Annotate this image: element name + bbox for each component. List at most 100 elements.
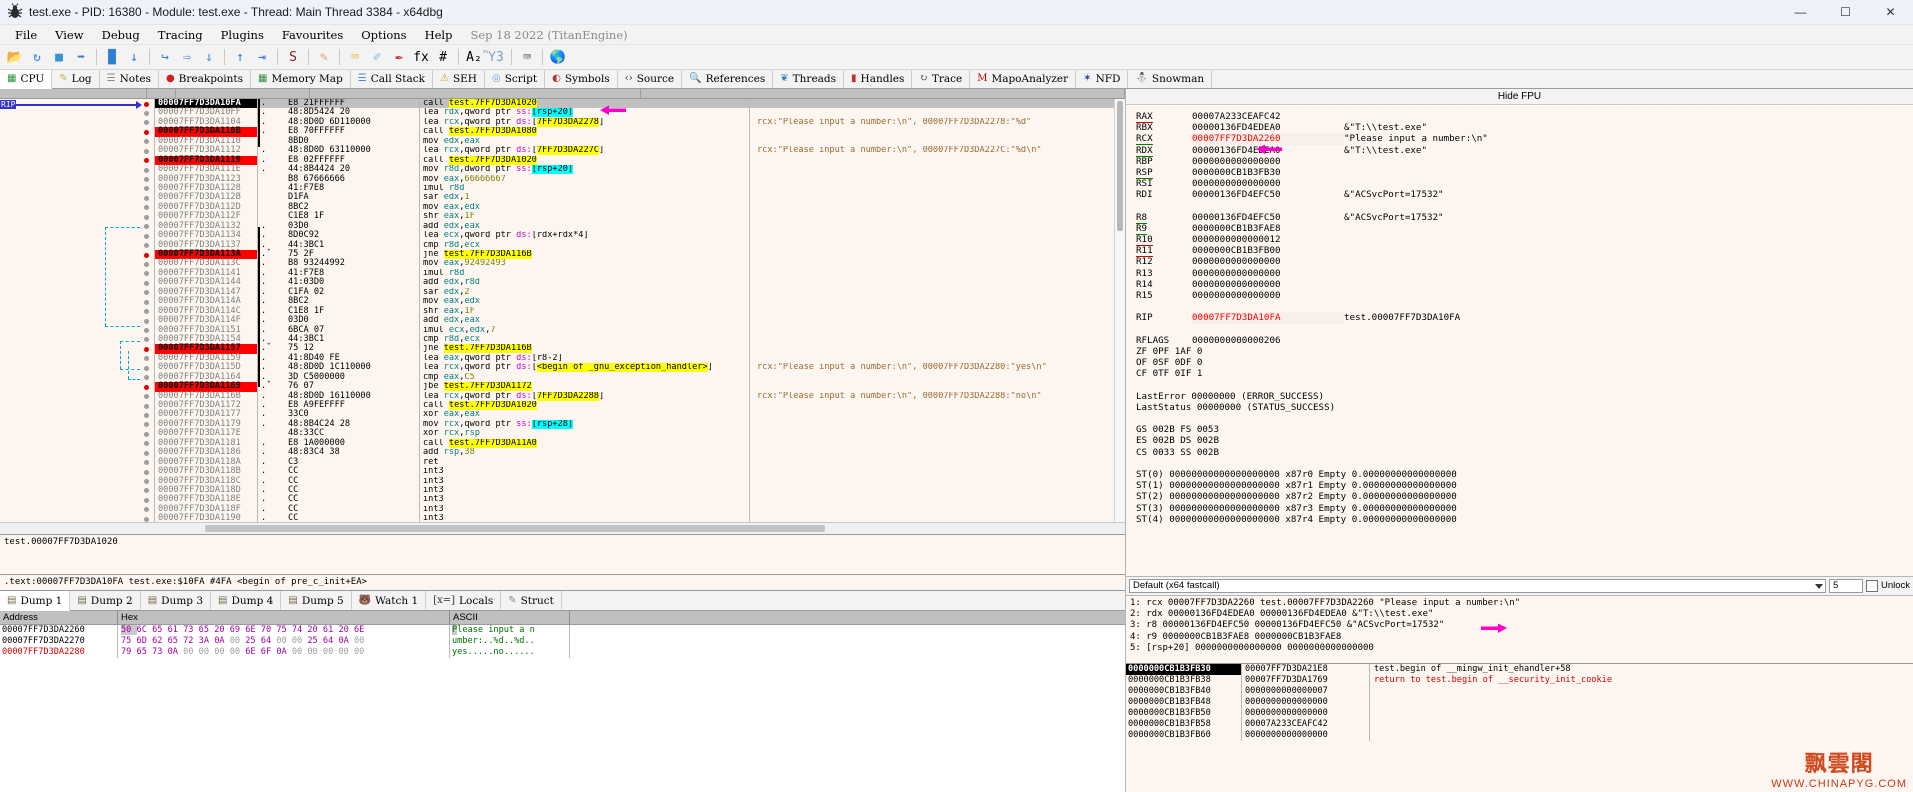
disassembly-row[interactable]: 00007FF7D3DA1186. 48:83C4 38 add rsp,38 — [140, 447, 1115, 458]
tab-nfd[interactable]: ✶ NFD — [1076, 70, 1129, 88]
step-up-icon[interactable]: ↑ — [230, 47, 250, 67]
register-value[interactable]: 0000000CB1B3FB30 — [1192, 167, 1344, 178]
menu-item-file[interactable]: File — [6, 26, 46, 44]
dump-tab-dump-1[interactable]: ▤ Dump 1 — [0, 591, 71, 611]
attach-icon[interactable]: ⇥ — [252, 47, 272, 67]
dump-col-hex[interactable]: Hex — [118, 611, 450, 624]
register-row-rbx[interactable]: RBX 00000136FD4EDEA0 &"T:\\test.exe" — [1136, 122, 1913, 133]
flag-zf[interactable]: ZF 0 — [1136, 346, 1158, 357]
disassembly-row[interactable]: 00007FF7D3DA112B D1FA sar edx,1 — [140, 192, 1115, 203]
breakpoint-toggle-icon[interactable] — [140, 127, 154, 136]
dump-col-ascii[interactable]: ASCII — [450, 611, 570, 624]
disassembly-row[interactable]: 00007FF7D3DA1154. 44:3BC1 cmp r8d,ecx — [140, 334, 1115, 345]
pause-icon[interactable]: ▐▌ — [102, 47, 122, 67]
register-value[interactable]: 0000000000000000 — [1192, 279, 1344, 290]
breakpoint-toggle-icon[interactable] — [140, 505, 154, 514]
tab-log[interactable]: ✎ Log — [52, 70, 100, 88]
disassembly-row[interactable]: 00007FF7D3DA1151. 6BCA 07 imul ecx,edx,7 — [140, 325, 1115, 335]
disassembly-row[interactable]: 00007FF7D3DA113C. B8 93244992 mov eax,9249… — [140, 258, 1115, 269]
disassembly-row[interactable]: 00007FF7D3DA1159. 41:8D40 FE lea eax,qword… — [140, 353, 1115, 364]
disassembly-row[interactable]: 00007FF7D3DA1177. 33C0 xor eax,eax — [140, 409, 1115, 420]
dump-tab-dump-4[interactable]: ▤ Dump 4 — [211, 591, 282, 610]
tab-cpu[interactable]: ▦ CPU — [0, 70, 53, 89]
hash-icon[interactable]: # — [433, 47, 453, 67]
menu-item-options[interactable]: Options — [352, 26, 415, 44]
step-out-icon[interactable]: ⇨ — [177, 47, 197, 67]
flag-cf[interactable]: CF 0 — [1136, 368, 1158, 379]
breakpoint-toggle-icon[interactable] — [140, 288, 154, 297]
argument-row-4[interactable]: 4: r9 0000000CB1B3FAE8 0000000CB1B3FAE8 — [1130, 632, 1913, 643]
disassembly-row[interactable]: 00007FF7D3DA1172. E8 A9FEFFFF call test.7F… — [140, 400, 1115, 411]
breakpoint-toggle-icon[interactable] — [140, 184, 154, 193]
restart-icon[interactable]: ↻ — [27, 47, 47, 67]
flag-of[interactable]: OF 0 — [1136, 357, 1158, 368]
arguments-panel[interactable]: 1: rcx 00007FF7D3DA2260 test.00007FF7D3D… — [1126, 594, 1913, 663]
register-value[interactable]: 0000000000000206 — [1192, 335, 1344, 346]
breakpoint-toggle-icon[interactable] — [140, 495, 154, 504]
argument-row-5[interactable]: 5: [rsp+20] 0000000000000000 00000000000… — [1130, 643, 1913, 654]
disassembly-row[interactable]: 00007FF7D3DA1190. CC int3 — [140, 513, 1115, 522]
disassembly-row[interactable]: 00007FF7D3DA1181. E8 1A000000 call test.7F… — [140, 438, 1115, 449]
disassembly-row[interactable]: 00007FF7D3DA113A .ˇ 75 2F jne test.7FF7D3DA… — [140, 249, 1115, 260]
breakpoint-toggle-icon[interactable] — [140, 241, 154, 250]
breakpoint-toggle-icon[interactable] — [140, 156, 154, 165]
breakpoint-toggle-icon[interactable] — [140, 203, 154, 212]
breakpoint-toggle-icon[interactable] — [140, 118, 154, 127]
breakpoint-toggle-icon[interactable] — [140, 429, 154, 438]
tab-threads[interactable]: ❦ Threads — [773, 70, 845, 88]
keypad-icon[interactable]: ⌨ — [517, 47, 537, 67]
disassembly-row[interactable]: 00007FF7D3DA112D 8BC2 mov eax,edx — [140, 202, 1115, 213]
breakpoint-toggle-icon[interactable] — [140, 212, 154, 221]
breakpoint-toggle-icon[interactable] — [140, 467, 154, 476]
breakpoint-toggle-icon[interactable] — [140, 297, 154, 306]
register-row-rdx[interactable]: RDX 00000136FD4EDEA0 &"T:\\test.exe" — [1136, 144, 1913, 157]
breakpoint-toggle-icon[interactable] — [140, 382, 154, 391]
breakpoint-toggle-icon[interactable] — [140, 326, 154, 335]
register-row-rflags[interactable]: RFLAGS 0000000000000206 — [1136, 335, 1913, 346]
breakpoint-toggle-icon[interactable] — [140, 458, 154, 467]
register-row-rip[interactable]: RIP 00007FF7D3DA10FA test.00007FF7D3DA10FA — [1136, 312, 1913, 324]
breakpoint-toggle-icon[interactable] — [140, 354, 154, 363]
register-row-r8[interactable]: R8 00000136FD4EFC50 &"ACSvcPort=17532" — [1136, 211, 1913, 224]
breakpoint-toggle-icon[interactable] — [140, 335, 154, 344]
dump-row[interactable]: 00007FF7D3DA2260 50 6C 65 61 73 65 20 69 … — [0, 625, 1125, 636]
tab-handles[interactable]: ▮ Handles — [844, 70, 913, 88]
disassembly-vscroll-thumb[interactable] — [1117, 101, 1123, 231]
register-row-r13[interactable]: R13 0000000000000000 — [1136, 268, 1913, 279]
tab-memory-map[interactable]: ▦ Memory Map — [251, 70, 351, 88]
hide-fpu-button[interactable]: Hide FPU — [1126, 89, 1913, 105]
disassembly-row[interactable]: 00007FF7D3DA1110 8BD0 mov edx,eax — [140, 136, 1115, 147]
close-button[interactable]: ✕ — [1868, 0, 1913, 24]
dump-col-address[interactable]: Address — [0, 611, 118, 624]
disassembly-row[interactable]: 00007FF7D3DA112F C1E8 1F shr eax,1F — [140, 211, 1115, 222]
breakpoint-toggle-icon[interactable] — [140, 514, 154, 522]
flag-tf[interactable]: TF 0 — [1158, 368, 1180, 379]
menu-item-plugins[interactable]: Plugins — [212, 26, 273, 44]
disassembly-row[interactable]: 00007FF7D3DA1132. 03D0 add edx,eax — [140, 221, 1115, 232]
tab-references[interactable]: 🔍 References — [682, 70, 774, 88]
maximize-button[interactable]: ☐ — [1823, 0, 1868, 24]
flag-if[interactable]: IF 1 — [1180, 368, 1202, 379]
register-row-rcx[interactable]: RCX 00007FF7D3DA2260 "Please input a numbe… — [1136, 133, 1913, 146]
disassembly-row[interactable]: 00007FF7D3DA114A. 8BC2 mov eax,edx — [140, 296, 1115, 307]
disassembly-body[interactable]: 00007FF7D3DA10FA. E8 21FFFFFF call test.7F… — [0, 99, 1125, 522]
disassembly-row[interactable]: 00007FF7D3DA1134. 8D0C92 lea ecx,qword ptr… — [140, 230, 1115, 241]
disassembly-row[interactable]: 00007FF7D3DA118F. CC int3 — [140, 504, 1115, 515]
breakpoint-toggle-icon[interactable] — [140, 363, 154, 372]
breakpoint-toggle-icon[interactable] — [140, 165, 154, 174]
tab-snowman[interactable]: ⛄ Snowman — [1128, 70, 1213, 88]
register-value[interactable]: 0000000000000000 — [1192, 256, 1344, 267]
disassembly-row[interactable]: 00007FF7D3DA118A. C3 ret — [140, 457, 1115, 468]
disassembly-row[interactable]: 00007FF7D3DA1128 41:F7E8 imul r8d — [140, 183, 1115, 194]
calculator-icon[interactable]: Ὓ3 — [486, 47, 506, 67]
breakpoint-toggle-icon[interactable] — [140, 175, 154, 184]
disassembly-vscrollbar[interactable] — [1114, 99, 1125, 522]
disassembly-row[interactable]: 00007FF7D3DA1104. 48:8D0D 6D110000 lea rcx… — [140, 117, 1115, 128]
run-to-icon[interactable]: ⇓ — [199, 47, 219, 67]
label-icon[interactable]: ✐ — [367, 47, 387, 67]
argument-row-2[interactable]: 2: rdx 00000136FD4EDEA0 00000136FD4EDEA0… — [1130, 609, 1913, 620]
dump-row[interactable]: 00007FF7D3DA2280 79 65 73 0A 00 00 00 00 … — [0, 647, 1125, 658]
breakpoint-toggle-icon[interactable] — [140, 486, 154, 495]
menu-item-debug[interactable]: Debug — [93, 26, 149, 44]
flag-pf[interactable]: PF 1 — [1158, 346, 1180, 357]
